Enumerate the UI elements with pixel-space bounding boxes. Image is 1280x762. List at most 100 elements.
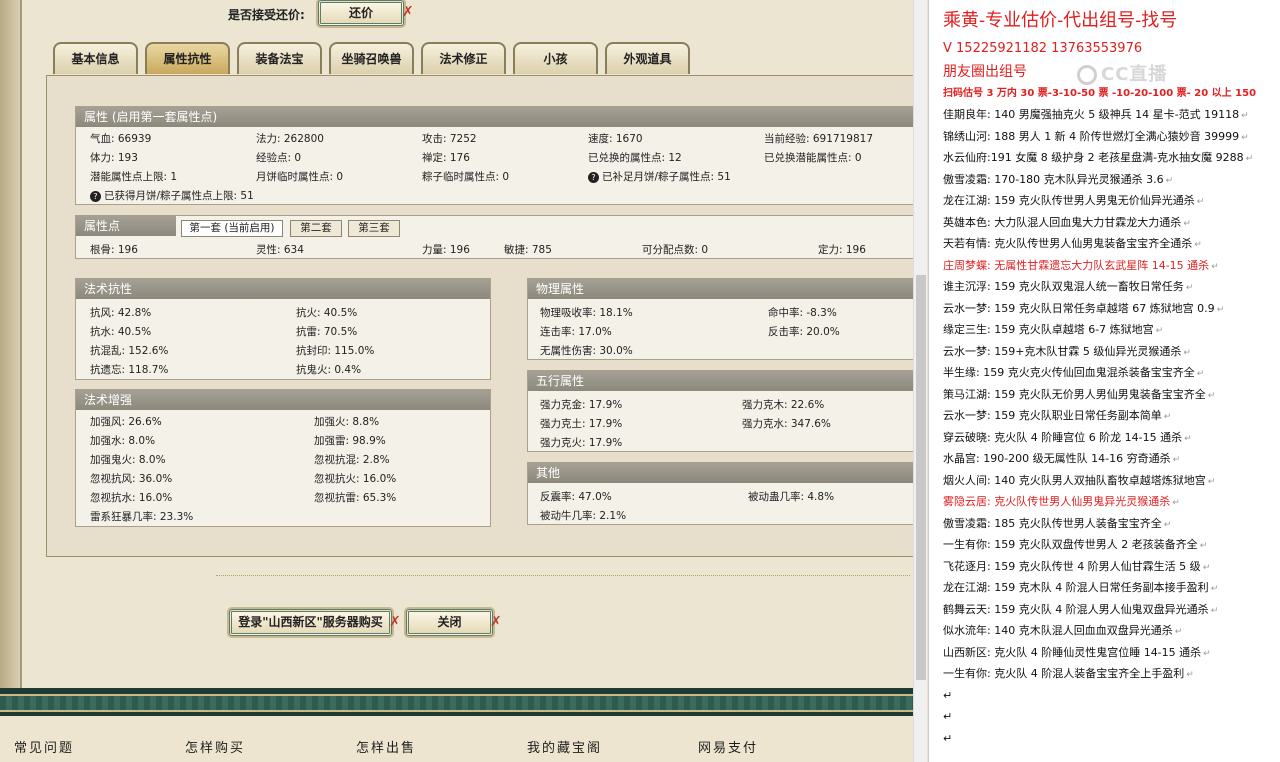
resist-panel: 法术抗性 抗风: 42.8% 抗水: 40.5% 抗混乱: 152.6% 抗遗忘…: [75, 278, 491, 380]
game-window: 是否接受还价: 还价 ✗ 基本信息 属性抗性 装备法宝 坐骑召唤兽 法术修正 小…: [0, 0, 913, 762]
footer-frame: 常见问题 怎样购买 怎样出售 我的藏宝阁 网易支付: [0, 688, 913, 762]
stat-stamina: 体力: 193: [90, 152, 138, 164]
attribute-panel: 属性 (启用第一套属性点) 气血: 66939 法力: 262800 攻击: 7…: [75, 106, 913, 205]
left-border: [0, 0, 20, 700]
doc-line: 山西新区: 克火队 4 阶睡仙灵性鬼宫位睡 14-15 通杀 ↵: [943, 645, 1211, 659]
subtab-set-2[interactable]: 第二套: [290, 220, 342, 237]
enhance-fire: 加强火: 8.8%: [314, 416, 380, 428]
other-reflect: 反震率: 47.0%: [540, 491, 612, 503]
stat-meditation: 禅定: 176: [422, 152, 470, 164]
tab-children[interactable]: 小孩: [513, 42, 598, 74]
five-fire: 强力克火: 17.9%: [540, 437, 623, 449]
five-elements-panel: 五行属性 强力克金: 17.9% 强力克土: 17.9% 强力克火: 17.9%…: [527, 370, 913, 452]
footer-links: 常见问题 怎样购买 怎样出售 我的藏宝阁 网易支付: [0, 716, 913, 762]
doc-line: 烟火人间: 140 克火队男人双抽队畜牧卓越塔炼狱地宫 ↵: [943, 473, 1216, 487]
stat-filled-points: ? 已补足月饼/粽子属性点: 51: [588, 169, 731, 184]
ignore-wind: 忽视抗风: 36.0%: [90, 473, 173, 485]
paragraph-mark-icon: ↵: [1165, 175, 1174, 186]
buy-x-icon: ✗: [389, 614, 401, 630]
empty-paragraph-mark-icon: ↵: [943, 710, 953, 723]
vertical-scrollbar[interactable]: [913, 0, 927, 762]
subtab-set-3[interactable]: 第三套: [348, 220, 400, 237]
paragraph-mark-icon: ↵: [1194, 240, 1202, 250]
tab-equipment[interactable]: 装备法宝: [237, 42, 322, 74]
doc-line: 策马江湖: 159 克火队无价男人男仙男鬼装备宝宝齐全 ↵: [943, 387, 1216, 401]
resist-seal: 抗封印: 115.0%: [296, 345, 375, 357]
phys-true-damage: 无属性伤害: 30.0%: [540, 345, 633, 357]
five-earth: 强力克土: 17.9%: [540, 418, 623, 430]
scrollbar-thumb[interactable]: [916, 275, 926, 680]
paragraph-mark-icon: ↵: [1163, 412, 1172, 422]
footer-how-buy-link[interactable]: 怎样购买: [185, 737, 356, 756]
doc-line: 鹤舞云天: 159 克火队 4 阶混人男人仙鬼双盘异光通杀 ↵: [943, 602, 1219, 616]
paragraph-mark-icon: ↵: [1216, 304, 1225, 315]
resist-thunder: 抗雷: 70.5%: [296, 326, 358, 338]
paragraph-mark-icon: ↵: [1186, 670, 1194, 680]
close-x-icon: ✗: [490, 614, 502, 630]
paragraph-mark-icon: ↵: [1174, 627, 1183, 637]
stat-exchanged-points: 已兑换的属性点: 12: [588, 152, 682, 164]
tab-basic-info[interactable]: 基本信息: [53, 42, 138, 74]
five-wood: 强力克木: 22.6%: [742, 399, 825, 411]
tab-mounts-pets[interactable]: 坐骑召唤兽: [329, 42, 414, 74]
ignore-thunder: 忽视抗雷: 65.3%: [314, 492, 397, 504]
paragraph-mark-icon: ↵: [1163, 519, 1172, 530]
empty-paragraph-mark-icon: ↵: [943, 688, 953, 702]
doc-line: 雾隐云居: 克火队传世男人仙男鬼异光灵猴通杀 ↵: [943, 495, 1180, 508]
counter-offer-button[interactable]: 还价: [318, 0, 404, 26]
stat-exchanged-potential: 已兑换潜能属性点: 0: [764, 152, 862, 164]
paragraph-mark-icon: ↵: [1245, 154, 1254, 164]
points-panel-header: 属性点: [76, 216, 176, 236]
paragraph-mark-icon: ↵: [1241, 111, 1249, 121]
footer-netease-pay-link[interactable]: 网易支付: [698, 737, 869, 756]
paragraph-mark-icon: ↵: [1211, 261, 1219, 272]
cc-logo-icon: [1077, 65, 1097, 85]
paragraph-mark-icon: ↵: [1196, 369, 1205, 379]
resist-wind: 抗风: 42.8%: [90, 307, 152, 319]
close-button[interactable]: 关闭: [406, 609, 493, 636]
stat-exp-points: 经验点: 0: [256, 152, 302, 164]
stat-mooncake-cap: ? 已获得月饼/粽子属性点上限: 51: [90, 188, 254, 203]
doc-line: 庄周梦蝶: 无属性甘霖遗忘大力队玄武星阵 14-15 通杀 ↵: [943, 258, 1219, 272]
phys-counter: 反击率: 20.0%: [768, 326, 840, 338]
counter-offer-x-icon: ✗: [402, 4, 414, 20]
enhance-ghostfire: 加强鬼火: 8.0%: [90, 454, 166, 466]
tab-attributes[interactable]: 属性抗性: [145, 42, 230, 74]
point-endurance: 定力: 196: [818, 244, 866, 256]
help-icon[interactable]: ?: [588, 172, 599, 183]
resist-fire: 抗火: 40.5%: [296, 307, 358, 319]
resist-forget: 抗遗忘: 118.7%: [90, 364, 169, 376]
point-strength: 力量: 196: [422, 244, 470, 256]
doc-line: 傲雪凌霜: 185 克火队传世男人装备宝宝齐全 ↵: [943, 516, 1172, 530]
footer-how-sell-link[interactable]: 怎样出售: [356, 737, 527, 756]
tab-appearance[interactable]: 外观道具: [605, 42, 690, 74]
resist-panel-header: 法术抗性: [76, 279, 490, 299]
doc-listing: 佳期良年: 140 男魔强抽克火 5 级神兵 14 星卡-范式 19118 ↵ 锦绣…: [943, 104, 1253, 749]
paragraph-mark-icon: ↵: [1203, 648, 1211, 659]
point-spirit: 灵性: 634: [256, 244, 304, 256]
footer-faq-link[interactable]: 常见问题: [14, 737, 185, 756]
five-elements-header: 五行属性: [528, 371, 913, 391]
buy-on-server-button[interactable]: 登录"山西新区"服务器购买: [229, 609, 392, 636]
enhance-panel: 法术增强 加强风: 26.6% 加强水: 8.0% 加强鬼火: 8.0% 忽视抗…: [75, 389, 491, 527]
phys-absorb: 物理吸收率: 18.1%: [540, 307, 633, 319]
doc-line: 似水流年: 140 克木队混人回血血双盘异光通杀 ↵: [943, 624, 1183, 637]
phys-combo: 连击率: 17.0%: [540, 326, 612, 338]
doc-line: 云水一梦: 159 克火队职业日常任务副本简单 ↵: [943, 409, 1172, 422]
other-passive-ox: 被动牛几率: 2.1%: [540, 510, 627, 522]
paragraph-mark-icon: ↵: [1184, 433, 1192, 444]
other-panel-header: 其他: [528, 463, 913, 483]
paragraph-mark-icon: ↵: [1183, 218, 1191, 229]
paragraph-mark-icon: ↵: [1207, 476, 1216, 487]
other-panel: 其他 反震率: 47.0% 被动牛几率: 2.1% 被动蛊几率: 4.8%: [527, 462, 913, 525]
paragraph-mark-icon: ↵: [1210, 605, 1219, 616]
resist-chaos: 抗混乱: 152.6%: [90, 345, 169, 357]
subtab-set-1[interactable]: 第一套 (当前启用): [181, 220, 283, 237]
paragraph-mark-icon: ↵: [1183, 347, 1191, 358]
resist-ghostfire: 抗鬼火: 0.4%: [296, 364, 362, 376]
paragraph-mark-icon: ↵: [1155, 326, 1164, 336]
tab-spell-modifiers[interactable]: 法术修正: [421, 42, 506, 74]
help-icon[interactable]: ?: [90, 191, 101, 202]
footer-my-vault-link[interactable]: 我的藏宝阁: [527, 737, 698, 756]
doc-line: 一生有你: 克火队 4 阶混人装备宝宝齐全上手盈利 ↵: [943, 667, 1194, 680]
